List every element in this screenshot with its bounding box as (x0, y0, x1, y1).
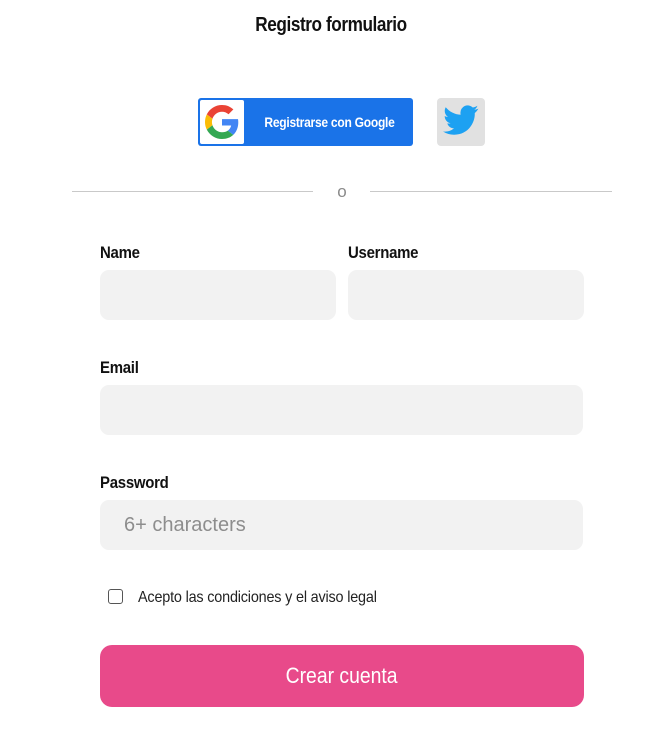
create-account-button[interactable]: Crear cuenta (100, 645, 584, 707)
terms-checkbox[interactable] (108, 589, 123, 604)
twitter-bird-icon (443, 104, 479, 140)
google-signup-button[interactable]: Registrarse con Google (198, 98, 413, 146)
password-label: Password (100, 473, 169, 492)
create-account-label: Crear cuenta (286, 663, 398, 688)
username-label: Username (348, 243, 419, 262)
name-label: Name (100, 243, 140, 262)
username-input[interactable] (348, 270, 584, 320)
form-title: Registro formulario (255, 14, 407, 36)
password-input[interactable] (100, 500, 583, 550)
terms-label: Acepto las condiciones y el aviso legal (138, 589, 377, 606)
name-input[interactable] (100, 270, 336, 320)
divider-or-text: o (337, 182, 347, 201)
email-input[interactable] (100, 385, 583, 435)
twitter-signup-button[interactable] (437, 98, 485, 146)
email-label: Email (100, 358, 139, 377)
divider-line-left (72, 191, 313, 192)
google-g-logo-icon (200, 100, 244, 144)
google-signup-label: Registrarse con Google (264, 114, 395, 130)
divider-line-right (370, 191, 612, 192)
